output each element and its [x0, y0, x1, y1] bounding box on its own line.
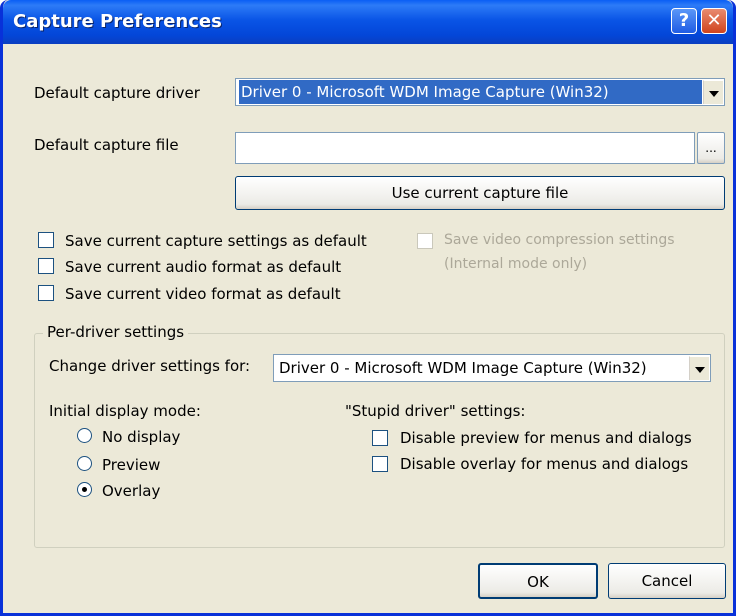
radio-no-display[interactable] [77, 428, 92, 443]
cancel-button[interactable]: Cancel [608, 563, 726, 599]
disable-preview-checkbox[interactable] [372, 430, 388, 446]
disable-overlay-checkbox[interactable] [372, 456, 388, 472]
radio-overlay-label: Overlay [102, 482, 161, 500]
save-capture-settings-label: Save current capture settings as default [65, 232, 367, 250]
change-driver-settings-label: Change driver settings for: [49, 357, 251, 375]
chevron-down-icon[interactable] [703, 80, 723, 104]
save-capture-settings-checkbox[interactable] [38, 232, 54, 248]
default-capture-file-label: Default capture file [34, 136, 179, 154]
change-driver-settings-value: Driver 0 - Microsoft WDM Image Capture (… [279, 359, 647, 377]
radio-preview-label: Preview [102, 456, 161, 474]
save-video-compression-checkbox [417, 233, 433, 249]
save-audio-format-label: Save current audio format as default [65, 258, 342, 276]
close-icon: ✕ [706, 10, 722, 31]
close-button[interactable]: ✕ [701, 8, 727, 34]
radio-preview[interactable] [77, 456, 92, 471]
radio-overlay[interactable] [77, 482, 92, 497]
ok-button[interactable]: OK [478, 563, 598, 599]
capture-preferences-dialog: Capture Preferences ? ✕ Default capture … [0, 0, 736, 616]
change-driver-settings-select[interactable]: Driver 0 - Microsoft WDM Image Capture (… [273, 354, 711, 382]
default-capture-driver-value: Driver 0 - Microsoft WDM Image Capture (… [239, 80, 702, 104]
disable-overlay-label: Disable overlay for menus and dialogs [400, 455, 689, 473]
save-video-compression-label: Save video compression settings [444, 232, 675, 248]
radio-no-display-label: No display [102, 428, 181, 446]
save-video-compression-note: (Internal mode only) [444, 256, 588, 272]
per-driver-settings-title: Per-driver settings [43, 323, 189, 341]
radio-selected-dot [82, 487, 87, 492]
save-video-format-checkbox[interactable] [38, 285, 54, 301]
default-capture-file-input[interactable] [235, 132, 695, 164]
disable-preview-label: Disable preview for menus and dialogs [400, 429, 692, 447]
help-button[interactable]: ? [671, 8, 697, 34]
save-audio-format-checkbox[interactable] [38, 258, 54, 274]
help-icon: ? [678, 10, 690, 31]
title-bar[interactable]: Capture Preferences ? ✕ [3, 0, 733, 44]
browse-button[interactable]: ... [697, 132, 725, 164]
initial-display-mode-label: Initial display mode: [49, 402, 201, 420]
default-capture-driver-label: Default capture driver [34, 84, 200, 102]
default-capture-driver-select[interactable]: Driver 0 - Microsoft WDM Image Capture (… [235, 78, 725, 106]
use-current-capture-file-button[interactable]: Use current capture file [235, 176, 725, 210]
chevron-down-icon[interactable] [689, 356, 709, 380]
dialog-title: Capture Preferences [13, 11, 222, 32]
save-video-format-label: Save current video format as default [65, 285, 341, 303]
stupid-driver-settings-label: "Stupid driver" settings: [345, 402, 526, 420]
